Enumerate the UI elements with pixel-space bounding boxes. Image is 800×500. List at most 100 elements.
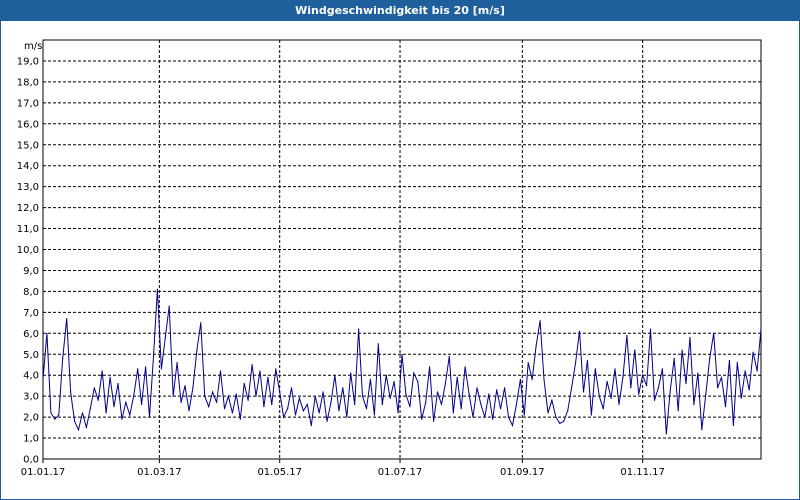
y-tick-label: 19,0 xyxy=(17,56,39,67)
data-point xyxy=(606,380,608,383)
data-point xyxy=(109,376,111,378)
data-point xyxy=(523,414,525,416)
data-point xyxy=(657,387,660,389)
data-point xyxy=(705,393,707,395)
data-point xyxy=(62,357,64,359)
data-point xyxy=(448,355,450,357)
data-point xyxy=(535,345,537,347)
data-point xyxy=(275,368,277,370)
data-point xyxy=(669,389,671,391)
data-point xyxy=(58,414,60,416)
data-point xyxy=(559,422,561,424)
data-point xyxy=(54,418,56,420)
data-point xyxy=(594,368,596,370)
data-point xyxy=(176,362,178,364)
data-point xyxy=(543,378,545,380)
data-point xyxy=(208,406,210,408)
data-point xyxy=(638,393,640,395)
y-tick-label: 16,0 xyxy=(17,119,39,130)
y-tick-label: 6,0 xyxy=(23,329,39,340)
data-point xyxy=(50,412,52,414)
data-point xyxy=(488,393,490,395)
data-point xyxy=(665,433,667,435)
x-tick-label: 01.11.17 xyxy=(620,467,665,478)
data-point xyxy=(717,387,719,389)
data-point xyxy=(405,393,407,395)
data-point xyxy=(567,410,569,412)
y-axis-ticks: 0,0 1,0 2,0 3,0 4,0 5,0 6,0 7,0 8,0 9,0 10,0 11,0 12… xyxy=(17,56,39,465)
data-point xyxy=(551,399,553,401)
data-point xyxy=(539,320,541,322)
data-point xyxy=(200,322,202,324)
data-point xyxy=(724,406,727,408)
y-tick-label: 12,0 xyxy=(17,203,39,214)
data-point xyxy=(618,403,620,406)
data-point xyxy=(156,288,158,290)
data-point xyxy=(728,359,731,362)
data-point xyxy=(661,368,664,370)
data-point xyxy=(677,410,679,412)
data-point xyxy=(46,332,48,334)
data-point xyxy=(630,387,632,389)
y-tick-label: 11,0 xyxy=(17,224,39,235)
data-point xyxy=(381,403,383,406)
data-point xyxy=(168,305,170,307)
data-point xyxy=(460,408,462,410)
data-point xyxy=(720,376,723,378)
data-point xyxy=(436,391,439,393)
data-point xyxy=(330,401,332,403)
data-point xyxy=(188,410,190,412)
data-point xyxy=(586,359,589,362)
data-point xyxy=(133,395,135,397)
data-point xyxy=(511,424,514,427)
data-point xyxy=(468,393,470,395)
data-point xyxy=(484,416,486,418)
x-axis-ticks: 01.01.17 01.03.17 01.05.17 01.07.17 01.09.17… xyxy=(21,459,665,478)
data-point xyxy=(531,378,533,380)
data-point xyxy=(77,429,80,431)
data-point xyxy=(180,401,182,403)
x-tick-label: 01.03.17 xyxy=(137,467,182,478)
data-point xyxy=(642,374,644,376)
data-point xyxy=(507,416,510,418)
data-point xyxy=(504,387,506,389)
data-point xyxy=(373,414,375,416)
data-point xyxy=(212,391,214,393)
data-point xyxy=(744,370,746,372)
data-point xyxy=(350,372,352,374)
data-point xyxy=(602,408,604,410)
y-tick-label: 14,0 xyxy=(17,161,39,172)
data-point xyxy=(519,378,522,380)
data-point xyxy=(279,391,281,393)
data-point xyxy=(310,424,312,427)
data-point xyxy=(444,383,446,385)
data-point xyxy=(89,408,91,410)
data-point xyxy=(358,328,360,330)
data-point xyxy=(70,391,72,393)
data-point xyxy=(164,336,166,339)
data-point xyxy=(555,416,557,418)
data-point xyxy=(634,349,636,351)
data-point xyxy=(338,410,340,412)
data-point xyxy=(216,401,218,403)
data-point xyxy=(223,408,226,410)
data-point xyxy=(263,406,265,408)
data-point xyxy=(563,420,565,422)
data-point xyxy=(377,343,379,345)
data-point xyxy=(527,362,529,364)
y-tick-label: 1,0 xyxy=(23,434,39,445)
data-point xyxy=(590,414,593,416)
x-tick-label: 01.05.17 xyxy=(257,467,302,478)
data-point xyxy=(401,353,403,355)
data-point xyxy=(472,416,474,418)
data-point xyxy=(247,399,249,401)
y-tick-label: 4,0 xyxy=(23,371,39,382)
data-point xyxy=(93,387,95,389)
data-point xyxy=(452,412,454,414)
data-point xyxy=(326,420,328,422)
data-point xyxy=(129,414,131,416)
x-tick-label: 01.01.17 xyxy=(21,467,66,478)
y-tick-label: 10,0 xyxy=(17,245,39,256)
data-point xyxy=(389,397,391,399)
data-point xyxy=(689,336,691,339)
